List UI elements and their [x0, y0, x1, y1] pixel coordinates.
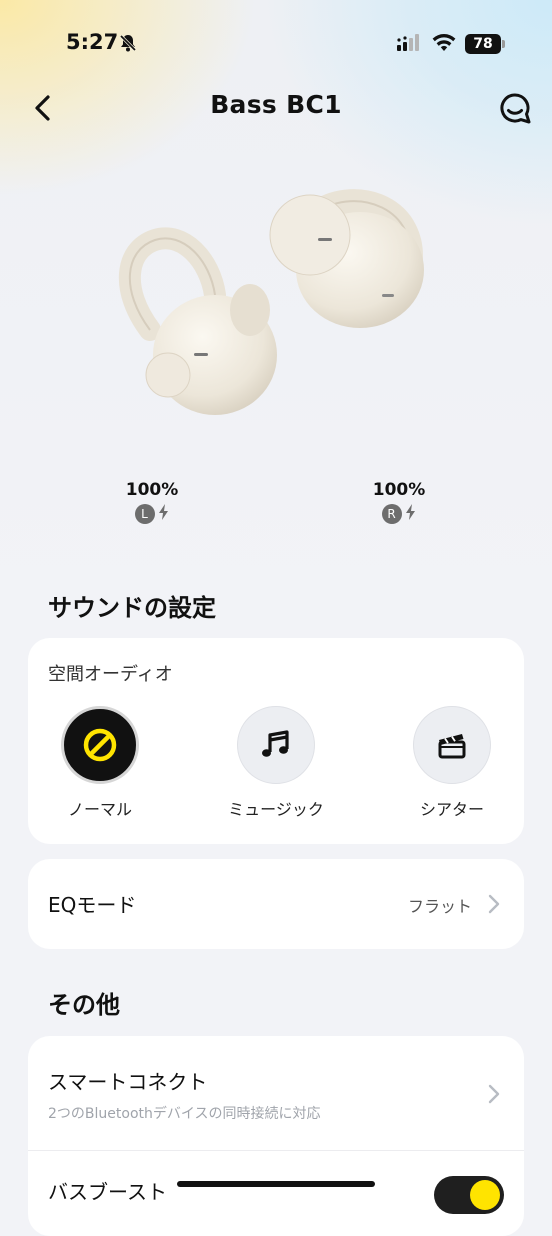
- smart-connect-row[interactable]: スマートコネクト 2つのBluetoothデバイスの同時接続に対応: [28, 1036, 524, 1150]
- mode-normal-label: ノーマル: [67, 800, 132, 819]
- other-heading: その他: [48, 991, 120, 1019]
- mode-normal-circle: [61, 706, 139, 784]
- earbuds-image: [110, 160, 430, 440]
- chat-bubble-icon: [500, 93, 531, 124]
- smart-connect-description: 2つのBluetoothデバイスの同時接続に対応: [48, 1106, 321, 1122]
- wifi-icon: [432, 33, 456, 57]
- eq-mode-label: EQモード: [48, 893, 137, 917]
- eq-mode-value: フラット: [407, 897, 472, 916]
- home-indicator: [177, 1181, 375, 1187]
- other-settings-card: スマートコネクト 2つのBluetoothデバイスの同時接続に対応 バスブースト: [28, 1036, 524, 1236]
- bass-boost-label: バスブースト: [48, 1180, 167, 1204]
- status-time: 5:27: [66, 30, 119, 54]
- toggle-knob: [470, 1180, 500, 1210]
- bolt-icon: [158, 504, 170, 524]
- signal-icon: [396, 34, 422, 56]
- chevron-right-icon: [488, 1084, 500, 1108]
- mode-theater-button[interactable]: シアター: [392, 706, 512, 820]
- battery-tip: [502, 40, 505, 48]
- left-earbud-battery: 100% L: [102, 480, 202, 524]
- sound-settings-heading: サウンドの設定: [48, 594, 216, 622]
- chat-button[interactable]: [497, 91, 533, 127]
- mode-theater-circle: [413, 706, 491, 784]
- left-side-badge: L: [134, 504, 155, 524]
- bass-boost-toggle[interactable]: [434, 1176, 504, 1214]
- right-earbud-battery: 100% R: [349, 480, 449, 524]
- spatial-audio-label: 空間オーディオ: [48, 664, 173, 685]
- eq-mode-row[interactable]: EQモード フラット: [28, 859, 524, 949]
- mode-normal-button[interactable]: ノーマル: [40, 706, 160, 820]
- page-title: Bass BC1: [210, 90, 342, 119]
- left-battery-percent: 100%: [125, 480, 179, 500]
- smart-connect-label: スマートコネクト: [48, 1070, 208, 1094]
- mode-music-circle: [237, 706, 315, 784]
- mode-theater-label: シアター: [419, 800, 484, 819]
- status-bar: 5:27 78: [0, 0, 552, 90]
- battery-icon: 78: [465, 34, 501, 54]
- bell-slash-icon: [118, 33, 138, 57]
- music-note-icon: [262, 730, 289, 757]
- chevron-right-icon: [488, 894, 500, 918]
- mode-music-button[interactable]: ミュージック: [216, 706, 336, 820]
- right-battery-percent: 100%: [372, 480, 426, 500]
- clapperboard-icon: [438, 734, 466, 759]
- no-sign-icon: [83, 728, 117, 762]
- bolt-icon: [405, 504, 417, 524]
- row-divider: [28, 1150, 524, 1151]
- spatial-audio-card: 空間オーディオ ノーマル ミュージック シアター: [28, 638, 524, 844]
- right-side-badge: R: [381, 504, 402, 524]
- mode-music-label: ミュージック: [228, 800, 324, 819]
